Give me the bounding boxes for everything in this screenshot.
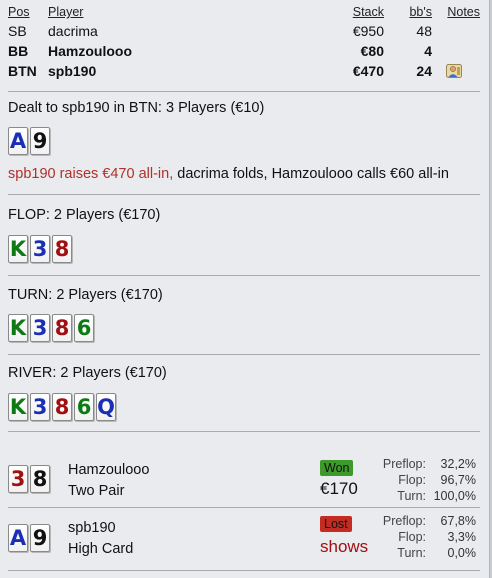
preflop-action: spb190 raises €470 all-in, dacrima folds… [8,166,449,182]
player-name: Hamzoulooo [48,43,132,59]
card: K [8,314,28,342]
header-stack[interactable]: Stack [353,4,384,21]
stat-row: Turn: 0,0% [366,545,476,561]
card: 8 [52,235,72,263]
turn-cards: K 3 8 6 [8,314,94,342]
header-pos[interactable]: Pos [8,4,30,21]
card: 8 [30,465,50,493]
section-divider [8,570,480,571]
stat-value: 3,3% [447,530,477,544]
shown-cards: 3 8 [8,465,50,493]
action-raise: spb190 raises €470 all-in, [8,166,174,182]
stat-row: Turn: 100,0% [366,488,476,504]
section-divider [8,194,480,195]
player-bbs: 24 [416,63,432,79]
result-hand: Two Pair [68,483,125,499]
player-stack: €80 [360,43,384,59]
card: A [8,524,28,552]
flop-cards: K 3 8 [8,235,72,263]
preflop-title: Dealt to spb190 in BTN: 3 Players (€10) [8,100,265,116]
section-divider [8,507,480,508]
turn-title: TURN: 2 Players (€170) [8,287,163,303]
section-divider [8,91,480,92]
header-player[interactable]: Player [48,4,83,21]
stat-value: 32,2% [440,457,476,471]
stat-label: Turn: [397,489,426,503]
stat-value: 0,0% [447,546,477,560]
section-divider [8,275,480,276]
stat-row: Preflop: 67,8% [366,513,476,529]
result-hand: High Card [68,541,134,557]
player-row[interactable]: SB dacrima €950 48 [8,21,482,41]
player-name: spb190 [48,63,97,79]
stat-label: Preflop: [382,514,426,528]
card: 3 [30,235,50,263]
stat-value: 100,0% [433,489,476,503]
won-badge: Won [320,460,354,476]
card: 6 [74,314,94,342]
player-name: dacrima [48,23,98,39]
stat-label: Flop: [398,530,426,544]
equity-stats: Preflop: 67,8% Flop: 3,3% Turn: 0,0% [366,513,476,561]
section-divider [8,431,480,432]
player-pos: SB [8,23,27,39]
player-pos: BTN [8,63,37,79]
card: 3 [8,465,28,493]
action-rest: dacrima folds, Hamzoulooo calls €60 all-… [173,166,449,182]
card: 3 [30,393,50,421]
stat-label: Flop: [398,473,426,487]
stat-row: Preflop: 32,2% [366,456,476,472]
card: Q [96,393,116,421]
players-table: Pos Player Stack bb's Notes SB dacrima €… [8,4,482,81]
stat-row: Flop: 96,7% [366,472,476,488]
card: 9 [30,524,50,552]
notes-user-icon[interactable] [446,64,462,78]
stat-value: 67,8% [440,514,476,528]
hole-cards: A 9 [8,127,50,155]
stat-label: Turn: [397,546,426,560]
result-player: spb190 [68,520,116,536]
card: 9 [30,127,50,155]
card: 8 [52,393,72,421]
header-notes[interactable]: Notes [447,4,480,21]
result-player: Hamzoulooo [68,462,150,478]
players-table-header: Pos Player Stack bb's Notes [8,4,482,21]
equity-stats: Preflop: 32,2% Flop: 96,7% Turn: 100,0% [366,456,476,504]
header-bbs[interactable]: bb's [409,4,432,21]
lost-badge: Lost [320,516,352,532]
player-bbs: 4 [424,43,432,59]
result-amount: €170 [320,479,358,498]
player-stack: €950 [352,23,384,39]
flop-title: FLOP: 2 Players (€170) [8,207,161,223]
stat-row: Flop: 3,3% [366,529,476,545]
shown-cards: A 9 [8,524,50,552]
player-stack: €470 [352,63,384,79]
card: A [8,127,28,155]
player-row[interactable]: BTN spb190 €470 24 [8,61,482,81]
river-title: RIVER: 2 Players (€170) [8,365,167,381]
player-row[interactable]: BB Hamzoulooo €80 4 [8,41,482,61]
card: K [8,393,28,421]
stat-label: Preflop: [382,457,426,471]
result-amount: shows [320,537,369,556]
card: 6 [74,393,94,421]
card: 3 [30,314,50,342]
stat-value: 96,7% [440,473,476,487]
player-pos: BB [8,43,29,59]
player-bbs: 48 [416,23,432,39]
section-divider [8,354,480,355]
river-cards: K 3 8 6 Q [8,393,116,421]
card: K [8,235,28,263]
card: 8 [52,314,72,342]
